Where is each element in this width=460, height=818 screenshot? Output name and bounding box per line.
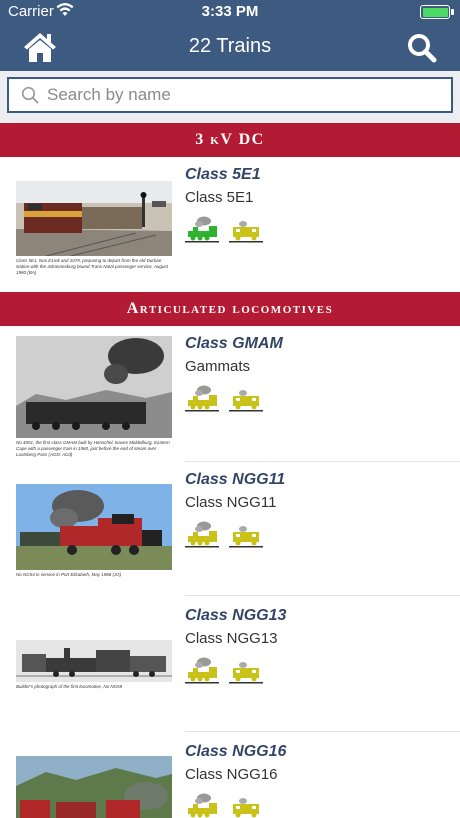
search-input[interactable] <box>47 83 427 107</box>
diesel-loco-yellow-icon <box>229 656 263 684</box>
train-row[interactable]: Class 5E1, Nos.E1mk and 1079, preparing … <box>0 157 460 291</box>
train-thumbnail <box>16 756 172 818</box>
photo-caption: No 4051, the first class GMAM built by H… <box>16 440 170 457</box>
train-name: Class NGG11 <box>185 471 286 488</box>
train-thumbnail: No NG54 in service in Port Elizabeth, Ma… <box>16 484 172 578</box>
train-name: Class NGG13 <box>185 607 287 624</box>
train-photo <box>16 756 172 818</box>
section-header-3kv-dc: 3 kV DC <box>0 123 460 157</box>
train-badges <box>185 384 305 414</box>
train-photo <box>16 484 172 570</box>
photo-caption: Builder's photograph of the first locomo… <box>16 684 123 689</box>
train-photo <box>16 181 172 256</box>
diesel-loco-yellow-icon <box>229 792 263 818</box>
train-subtitle: Class NGG13 <box>185 630 278 647</box>
train-badges <box>185 520 305 550</box>
photo-caption: Class 5E1, Nos.E1mk and 1079, preparing … <box>16 258 168 275</box>
status-bar: Carrier 3:33 PM <box>0 0 460 24</box>
steam-loco-yellow-icon <box>185 520 219 548</box>
search-box[interactable] <box>7 77 453 113</box>
train-row[interactable]: No NG54 in service in Port Elizabeth, Ma… <box>0 462 460 596</box>
steam-loco-yellow-icon <box>185 384 219 412</box>
train-name: Class 5E1 <box>185 166 261 183</box>
battery-icon <box>420 5 454 19</box>
train-subtitle: Class 5E1 <box>185 189 254 206</box>
steam-loco-yellow-icon <box>185 792 219 818</box>
train-thumbnail: Class 5E1, Nos.E1mk and 1079, preparing … <box>16 181 172 276</box>
clock: 3:33 PM <box>201 3 259 20</box>
train-thumbnail: Builder's photograph of the first locomo… <box>16 640 172 690</box>
search-bar <box>0 71 460 123</box>
train-name: Class NGG16 <box>185 743 287 760</box>
magnifier-icon <box>21 86 39 104</box>
photo-caption: No NG54 in service in Port Elizabeth, Ma… <box>16 572 122 577</box>
train-subtitle: Class NGG16 <box>185 766 278 783</box>
train-row[interactable]: Builder's photograph of the first locomo… <box>0 598 460 732</box>
row-divider <box>185 731 460 732</box>
nav-bar: 22 Trains <box>0 24 460 71</box>
page-title: 22 Trains <box>188 35 272 57</box>
train-photo <box>16 336 172 438</box>
row-divider <box>185 595 460 596</box>
diesel-loco-yellow-icon <box>229 215 263 243</box>
train-badges <box>185 215 305 245</box>
diesel-loco-yellow-icon <box>229 384 263 412</box>
train-thumbnail: No 4051, the first class GMAM built by H… <box>16 336 172 458</box>
search-icon[interactable] <box>406 32 438 64</box>
train-subtitle: Class NGG11 <box>185 494 277 511</box>
steam-loco-green-icon <box>185 215 219 243</box>
diesel-loco-yellow-icon <box>229 520 263 548</box>
train-row[interactable]: No 4051, the first class GMAM built by H… <box>0 326 460 462</box>
train-name: Class GMAM <box>185 335 283 352</box>
train-badges <box>185 656 305 686</box>
train-badges <box>185 792 305 818</box>
train-photo <box>16 640 172 682</box>
section-header-articulated: Articulated locomotives <box>0 292 460 326</box>
train-row[interactable]: Class NGG16 Class NGG16 <box>0 734 460 818</box>
steam-loco-yellow-icon <box>185 656 219 684</box>
train-subtitle: Gammats <box>185 358 251 375</box>
